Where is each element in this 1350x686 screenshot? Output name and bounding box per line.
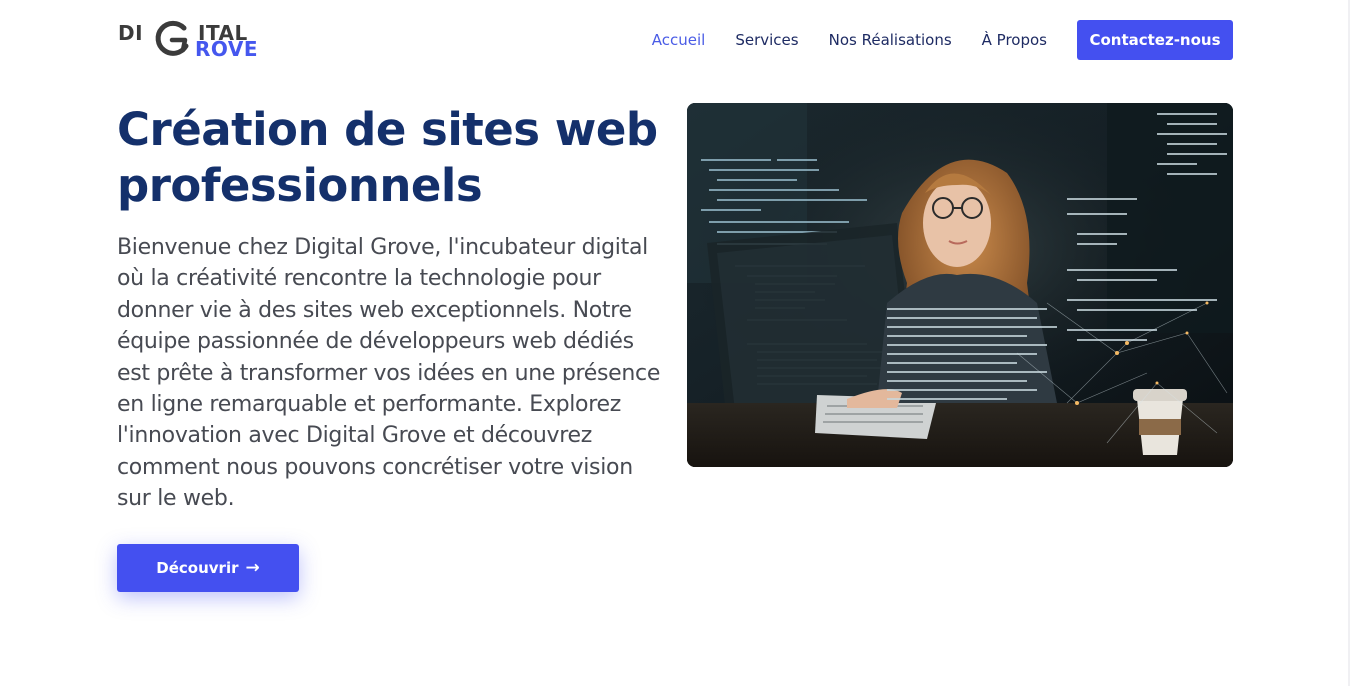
developer-at-computer-photo [687, 103, 1233, 467]
nav-item-services[interactable]: Services [735, 31, 798, 49]
discover-button[interactable]: Découvrir → [117, 544, 299, 592]
nav-item-realisations[interactable]: Nos Réalisations [829, 31, 952, 49]
hero-image [687, 103, 1233, 467]
contact-button[interactable]: Contactez-nous [1077, 20, 1233, 60]
logo-bottom-text: ROVE [195, 37, 259, 61]
discover-button-label: Découvrir [156, 559, 239, 577]
hero-description: Bienvenue chez Digital Grove, l'incubate… [117, 235, 661, 512]
logo-link[interactable]: DI ITAL ROVE [117, 20, 287, 60]
hero-title: Création de sites web professionnels [117, 103, 658, 212]
page: DI ITAL ROVE Accueil Services Nos Réalis… [0, 0, 1350, 686]
logo-top-left: DI [118, 21, 144, 45]
arrow-right-icon: → [245, 558, 260, 578]
site-header: DI ITAL ROVE Accueil Services Nos Réalis… [117, 20, 1233, 60]
main-nav: Accueil Services Nos Réalisations À Prop… [622, 20, 1233, 60]
nav-item-accueil[interactable]: Accueil [652, 31, 706, 49]
logo-g-icon [155, 20, 189, 56]
nav-item-a-propos[interactable]: À Propos [982, 31, 1047, 49]
